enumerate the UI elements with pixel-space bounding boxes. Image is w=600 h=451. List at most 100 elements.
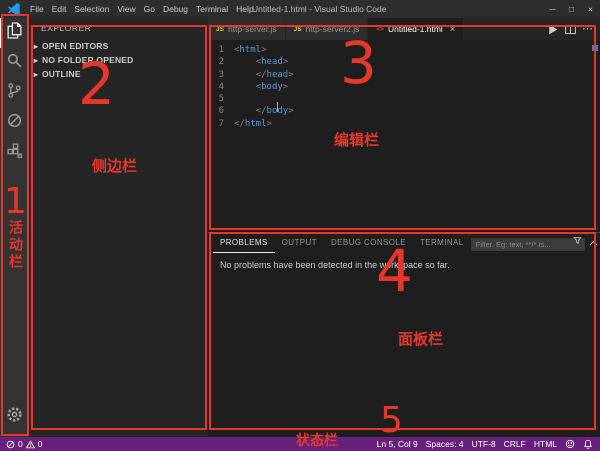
section-label: OUTLINE bbox=[42, 69, 81, 79]
git-branch-icon bbox=[6, 82, 23, 104]
code-text: <body> bbox=[234, 81, 288, 93]
editor-content[interactable]: 1<html>2 <head>3 </head>4 <body>56 </bod… bbox=[208, 40, 600, 130]
menu-selection[interactable]: Selection bbox=[70, 0, 113, 18]
line-number: 4 bbox=[208, 81, 234, 93]
warning-count: 0 bbox=[38, 439, 43, 449]
activity-item-extensions[interactable] bbox=[0, 138, 28, 168]
run-icon[interactable] bbox=[546, 23, 559, 36]
punctuation: > bbox=[267, 119, 272, 129]
manage-settings-button[interactable] bbox=[0, 402, 28, 432]
sidebar-section-open-editors[interactable]: ▸OPEN EDITORS bbox=[28, 39, 208, 53]
activity-item-explorer[interactable] bbox=[0, 18, 28, 48]
code-line[interactable]: 3 </head> bbox=[208, 69, 600, 81]
line-number: 7 bbox=[208, 118, 234, 130]
code-text: </html> bbox=[234, 118, 272, 130]
code-line[interactable]: 6 </body> bbox=[208, 105, 600, 117]
problems-status[interactable]: 0 0 bbox=[0, 439, 42, 449]
punctuation: > bbox=[288, 70, 293, 80]
menu-debug[interactable]: Debug bbox=[159, 0, 192, 18]
maximize-button[interactable]: □ bbox=[562, 0, 581, 18]
statusbar-right: Ln 5, Col 9 Spaces: 4 UTF-8 CRLF HTML bbox=[377, 439, 600, 449]
tab-untitled-1.html[interactable]: <> Untitled-1.html × bbox=[368, 18, 464, 40]
punctuation: </ bbox=[234, 119, 245, 129]
line-number: 3 bbox=[208, 69, 234, 81]
file-type-icon: JS bbox=[294, 26, 302, 33]
overview-ruler-cursor bbox=[592, 45, 598, 51]
activity-item-search[interactable] bbox=[0, 48, 28, 78]
menu-file[interactable]: File bbox=[26, 0, 48, 18]
code-line[interactable]: 5 bbox=[208, 93, 600, 105]
tag-name: body bbox=[267, 106, 289, 116]
line-number: 5 bbox=[208, 93, 234, 105]
line-number: 1 bbox=[208, 44, 234, 56]
panel-header: PROBLEMSOUTPUTDEBUG CONSOLETERMINAL × bbox=[208, 233, 600, 253]
filter-icon[interactable] bbox=[573, 236, 582, 245]
indentation[interactable]: Spaces: 4 bbox=[426, 439, 464, 449]
debug-icon bbox=[6, 112, 23, 134]
menu-terminal[interactable]: Terminal bbox=[192, 0, 232, 18]
feedback-smiley-icon[interactable] bbox=[565, 439, 575, 449]
vscode-window: FileEditSelectionViewGoDebugTerminalHelp… bbox=[0, 0, 600, 451]
line-number: 6 bbox=[208, 105, 234, 117]
file-type-icon: JS bbox=[216, 26, 224, 33]
language-mode[interactable]: HTML bbox=[534, 439, 557, 449]
file-type-icon: <> bbox=[376, 26, 384, 33]
split-editor-icon[interactable] bbox=[564, 23, 577, 36]
tab-label: Untitled-1.html bbox=[388, 24, 443, 34]
panel-tab-terminal[interactable]: TERMINAL bbox=[413, 234, 471, 253]
code-line[interactable]: 1<html> bbox=[208, 44, 600, 56]
extensions-icon bbox=[6, 142, 23, 164]
panel-tabs: PROBLEMSOUTPUTDEBUG CONSOLETERMINAL bbox=[213, 234, 471, 253]
menu-view[interactable]: View bbox=[113, 0, 139, 18]
window-controls: ─ □ × bbox=[543, 0, 600, 18]
activity-item-debug[interactable] bbox=[0, 108, 28, 138]
section-label: NO FOLDER OPENED bbox=[42, 55, 134, 65]
tag-name: html bbox=[245, 119, 267, 129]
notifications-bell-icon[interactable] bbox=[583, 439, 593, 449]
tab-http-server2.js[interactable]: JShttp-server2.js bbox=[286, 18, 369, 40]
punctuation: </ bbox=[256, 106, 267, 116]
code-lines: 1<html>2 <head>3 </head>4 <body>56 </bod… bbox=[208, 44, 600, 130]
tab-label: http-server.js bbox=[228, 24, 277, 34]
activity-item-source-control[interactable] bbox=[0, 78, 28, 108]
panel-tab-output[interactable]: OUTPUT bbox=[275, 234, 324, 253]
more-actions-icon[interactable]: ⋯ bbox=[582, 23, 593, 36]
sidebar-section-no-folder-opened[interactable]: ▸NO FOLDER OPENED bbox=[28, 53, 208, 67]
panel-tab-debug-console[interactable]: DEBUG CONSOLE bbox=[324, 234, 413, 253]
filter-wrap bbox=[471, 234, 585, 252]
sidebar-section-outline[interactable]: ▸OUTLINE bbox=[28, 67, 208, 81]
files-icon bbox=[6, 22, 23, 44]
code-text: </head> bbox=[234, 69, 294, 81]
code-line[interactable]: 2 <head> bbox=[208, 56, 600, 68]
code-line[interactable]: 7</html> bbox=[208, 118, 600, 130]
close-button[interactable]: × bbox=[581, 0, 600, 18]
tab-http-server.js[interactable]: JS http-server.js bbox=[208, 18, 286, 40]
eol-sequence[interactable]: CRLF bbox=[504, 439, 526, 449]
menu-go[interactable]: Go bbox=[140, 0, 159, 18]
line-number: 2 bbox=[208, 56, 234, 68]
tag-name: head bbox=[267, 70, 289, 80]
tag-name: body bbox=[261, 82, 283, 92]
sidebar: EXPLORER ▸OPEN EDITORS▸NO FOLDER OPENED▸… bbox=[28, 18, 208, 437]
problems-filter-input[interactable] bbox=[471, 238, 585, 251]
panel-maximize-icon[interactable] bbox=[588, 238, 599, 249]
menu-bar: FileEditSelectionViewGoDebugTerminalHelp bbox=[26, 0, 258, 18]
punctuation: > bbox=[283, 82, 288, 92]
tab-close-icon[interactable]: × bbox=[450, 24, 455, 34]
sidebar-title: EXPLORER bbox=[28, 18, 208, 39]
sidebar-sections: ▸OPEN EDITORS▸NO FOLDER OPENED▸OUTLINE bbox=[28, 39, 208, 81]
chevron-right-icon: ▸ bbox=[31, 70, 41, 79]
code-line[interactable]: 4 <body> bbox=[208, 81, 600, 93]
activity-bar bbox=[0, 18, 28, 437]
tab-list: JS http-server.js JShttp-server2.js <> Untit… bbox=[208, 18, 464, 40]
problems-message: No problems have been detected in the wo… bbox=[208, 253, 600, 270]
punctuation: </ bbox=[256, 70, 267, 80]
panel-tab-problems[interactable]: PROBLEMS bbox=[213, 234, 275, 253]
encoding[interactable]: UTF-8 bbox=[472, 439, 496, 449]
menu-edit[interactable]: Edit bbox=[48, 0, 71, 18]
cursor-position[interactable]: Ln 5, Col 9 bbox=[377, 439, 418, 449]
code-text: <html> bbox=[234, 44, 267, 56]
punctuation: > bbox=[261, 45, 266, 55]
minimize-button[interactable]: ─ bbox=[543, 0, 562, 18]
chevron-right-icon: ▸ bbox=[31, 56, 41, 65]
